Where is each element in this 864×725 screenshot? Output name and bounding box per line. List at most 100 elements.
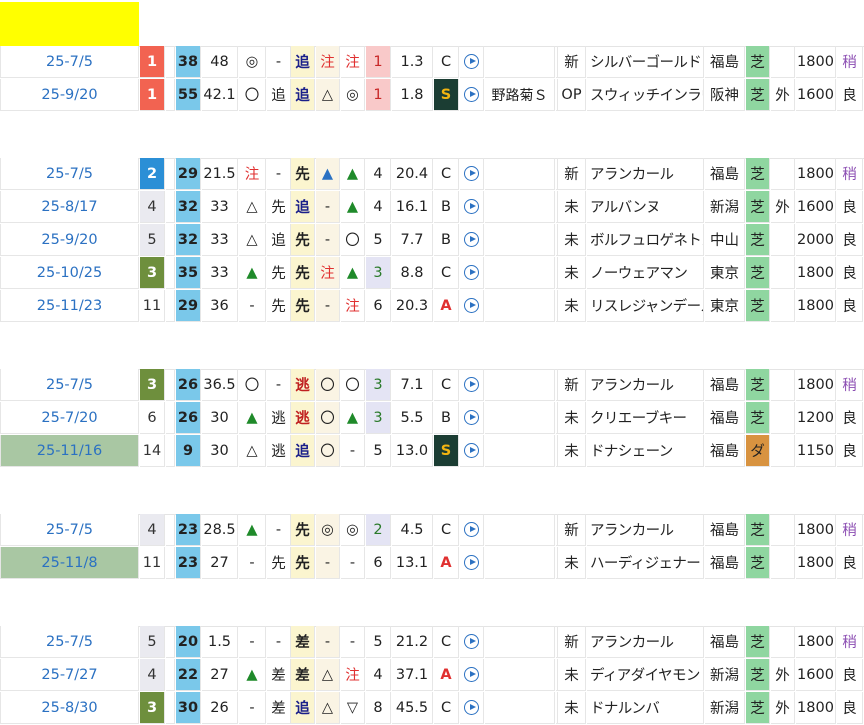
track-condition: 良 bbox=[837, 692, 863, 724]
race-row: 25-7/20 6 26 30 ▲ 逃逃〇 ▲ 3 5.5 B 未クリエーブキー 福島芝 1200 良 bbox=[0, 402, 864, 435]
play-button[interactable] bbox=[460, 435, 484, 467]
speed-score: 29 bbox=[176, 158, 201, 190]
play-button[interactable] bbox=[460, 547, 484, 579]
track-condition: 良 bbox=[837, 659, 863, 691]
play-button[interactable] bbox=[460, 626, 484, 658]
course-side bbox=[771, 547, 795, 579]
race-row: 25-9/20 1 55 42.1 〇追追 △ ◎ 1 1.8 S 野路菊Ｓ OP スウィッチインラヴ阪… bbox=[0, 79, 864, 112]
finish-position: 1 bbox=[140, 79, 165, 111]
popularity-rank: 4 bbox=[366, 191, 391, 223]
mark-3: - bbox=[341, 435, 365, 467]
venue: 福島 bbox=[705, 547, 745, 579]
race-date-link[interactable]: 25-8/30 bbox=[0, 692, 139, 724]
header-divider bbox=[139, 323, 864, 370]
race-date-link[interactable]: 25-10/25 bbox=[0, 257, 139, 289]
mark-1: - bbox=[239, 290, 266, 322]
race-name bbox=[485, 659, 555, 691]
play-button[interactable] bbox=[460, 158, 484, 190]
distance: 1800 bbox=[796, 514, 836, 546]
race-date-link[interactable]: 25-9/20 bbox=[0, 79, 139, 111]
play-button[interactable] bbox=[460, 692, 484, 724]
mark-2: - bbox=[316, 626, 340, 658]
finish-position: 3 bbox=[140, 692, 165, 724]
race-date-link[interactable]: 25-7/5 bbox=[0, 158, 139, 190]
speed-score: 32 bbox=[176, 191, 201, 223]
running-style-2: 逃 bbox=[291, 402, 315, 434]
play-button[interactable] bbox=[460, 514, 484, 546]
distance: 2000 bbox=[796, 224, 836, 256]
finish-position: 11 bbox=[140, 547, 165, 579]
race-date-link[interactable]: 25-11/23 bbox=[0, 290, 139, 322]
course-side bbox=[771, 626, 795, 658]
rating-value: 28.5 bbox=[202, 514, 238, 546]
finish-position: 4 bbox=[140, 191, 165, 223]
rating-value: 26 bbox=[202, 692, 238, 724]
race-name bbox=[485, 692, 555, 724]
race-class-badge: C bbox=[434, 257, 459, 289]
popularity-rank: 3 bbox=[366, 257, 391, 289]
spacer-cell bbox=[166, 547, 175, 579]
play-button[interactable] bbox=[460, 659, 484, 691]
venue: 福島 bbox=[705, 402, 745, 434]
finish-position: 6 bbox=[140, 402, 165, 434]
race-date-link[interactable]: 25-9/20 bbox=[0, 224, 139, 256]
play-button[interactable] bbox=[460, 224, 484, 256]
play-button[interactable] bbox=[460, 290, 484, 322]
speed-score: 29 bbox=[176, 290, 201, 322]
play-button[interactable] bbox=[460, 402, 484, 434]
play-button[interactable] bbox=[460, 46, 484, 78]
race-date-link[interactable]: 25-7/5 bbox=[0, 626, 139, 658]
opponent-name: ディアダイヤモンド bbox=[587, 659, 704, 691]
race-row: 25-8/17 4 32 33 △ 先追 - ▲ 4 16.1 B 未アルバンヌ 新潟芝外 1600 良 bbox=[0, 191, 864, 224]
running-style-1: 差 bbox=[267, 692, 291, 724]
speed-score: 23 bbox=[176, 547, 201, 579]
rating-value: 48 bbox=[202, 46, 238, 78]
odds-value: 4.5 bbox=[392, 514, 433, 546]
distance: 1800 bbox=[796, 369, 836, 401]
race-class-badge: S bbox=[434, 435, 459, 467]
race-date-link[interactable]: 25-7/5 bbox=[0, 514, 139, 546]
race-class-badge: S bbox=[434, 79, 459, 111]
race-date-link[interactable]: 25-11/16 bbox=[0, 435, 139, 467]
race-date-link[interactable]: 25-8/17 bbox=[0, 191, 139, 223]
popularity-rank: 6 bbox=[366, 547, 391, 579]
speed-score: 30 bbox=[176, 692, 201, 724]
race-date-link[interactable]: 25-7/5 bbox=[0, 46, 139, 78]
spacer-cell bbox=[166, 290, 175, 322]
spacer-cell bbox=[166, 158, 175, 190]
surface-badge: 芝 bbox=[746, 402, 770, 434]
popularity-rank: 4 bbox=[366, 158, 391, 190]
surface-badge: 芝 bbox=[746, 224, 770, 256]
course-side bbox=[771, 369, 795, 401]
race-date-link[interactable]: 25-7/20 bbox=[0, 402, 139, 434]
running-style-1: - bbox=[267, 514, 291, 546]
speed-score: 26 bbox=[176, 402, 201, 434]
running-style-1: 逃 bbox=[267, 402, 291, 434]
course-side bbox=[771, 435, 795, 467]
play-button[interactable] bbox=[460, 257, 484, 289]
finish-position: 2 bbox=[140, 158, 165, 190]
race-date-link[interactable]: 25-7/5 bbox=[0, 369, 139, 401]
track-condition: 良 bbox=[837, 290, 863, 322]
play-button[interactable] bbox=[460, 191, 484, 223]
horse-header bbox=[0, 468, 864, 515]
mark-3: 注 bbox=[341, 659, 365, 691]
race-category: 未 bbox=[558, 547, 586, 579]
mark-2: △ bbox=[316, 79, 340, 111]
race-class-badge: B bbox=[434, 224, 459, 256]
play-circle-icon bbox=[464, 443, 479, 458]
mark-1: ▲ bbox=[239, 257, 266, 289]
finish-position: 11 bbox=[140, 290, 165, 322]
play-button[interactable] bbox=[460, 79, 484, 111]
rating-value: 27 bbox=[202, 659, 238, 691]
venue: 新潟 bbox=[705, 191, 745, 223]
odds-value: 1.8 bbox=[392, 79, 433, 111]
running-style-2: 追 bbox=[291, 692, 315, 724]
opponent-name: アランカール bbox=[587, 626, 704, 658]
spacer-cell bbox=[166, 224, 175, 256]
race-date-link[interactable]: 25-11/8 bbox=[0, 547, 139, 579]
play-circle-icon bbox=[464, 199, 479, 214]
race-date-link[interactable]: 25-7/27 bbox=[0, 659, 139, 691]
play-button[interactable] bbox=[460, 369, 484, 401]
race-name bbox=[485, 46, 555, 78]
